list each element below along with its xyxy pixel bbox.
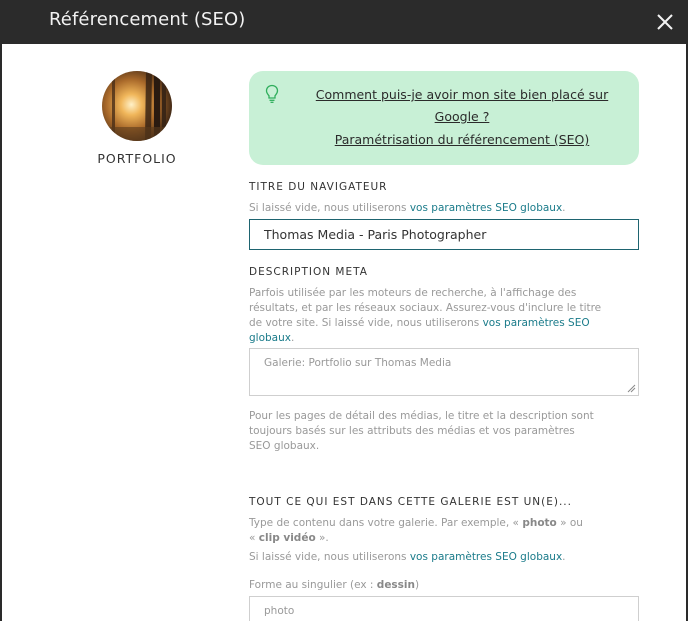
global-seo-settings-link-continued[interactable]: globaux [249, 332, 291, 344]
album-name: PORTFOLIO [97, 151, 177, 166]
singular-form-placeholder: photo [264, 605, 295, 617]
browser-title-label: TITRE DU NAVIGATEUR [249, 181, 388, 193]
dialog-body: PORTFOLIO Comment puis-je avoir mon site… [2, 44, 686, 621]
global-seo-settings-link[interactable]: vos paramètres SEO globaux [410, 202, 562, 214]
gallery-type-label: TOUT CE QUI EST DANS CETTE GALERIE EST U… [249, 496, 572, 508]
meta-description-label: DESCRIPTION META [249, 266, 368, 278]
dialog-header: Référencement (SEO) [0, 0, 688, 44]
album-thumbnail [102, 71, 172, 141]
global-seo-settings-link[interactable]: vos paramètres SEO globaux [410, 551, 562, 563]
lightbulb-icon [265, 84, 279, 103]
gallery-type-help: Type de contenu dans votre galerie. Par … [249, 517, 583, 563]
meta-description-textarea[interactable]: Galerie: Portfolio sur Thomas Media [249, 348, 639, 396]
global-seo-settings-link[interactable]: vos paramètres SEO [483, 317, 590, 329]
meta-description-placeholder: Galerie: Portfolio sur Thomas Media [264, 357, 452, 369]
resize-handle-icon[interactable] [627, 384, 636, 393]
browser-title-help: Si laissé vide, nous utiliserons vos par… [249, 202, 566, 214]
browser-title-input[interactable]: Thomas Media - Paris Photographer [249, 219, 639, 250]
google-ranking-link-continued[interactable]: Google ? [297, 108, 627, 126]
close-icon[interactable] [654, 11, 676, 33]
seo-settings-link[interactable]: Paramétrisation du référencement (SEO) [297, 131, 627, 149]
dialog-title: Référencement (SEO) [49, 9, 246, 30]
google-ranking-link[interactable]: Comment puis-je avoir mon site bien plac… [297, 86, 627, 104]
media-detail-note: Pour les pages de détail des médias, le … [249, 410, 594, 452]
singular-form-input[interactable]: photo [249, 596, 639, 621]
seo-tip-box: Comment puis-je avoir mon site bien plac… [249, 71, 639, 165]
browser-title-value: Thomas Media - Paris Photographer [264, 227, 487, 242]
meta-description-help: Parfois utilisée par les moteurs de rech… [249, 287, 602, 344]
singular-form-label: Forme au singulier (ex : dessin) [249, 579, 420, 591]
